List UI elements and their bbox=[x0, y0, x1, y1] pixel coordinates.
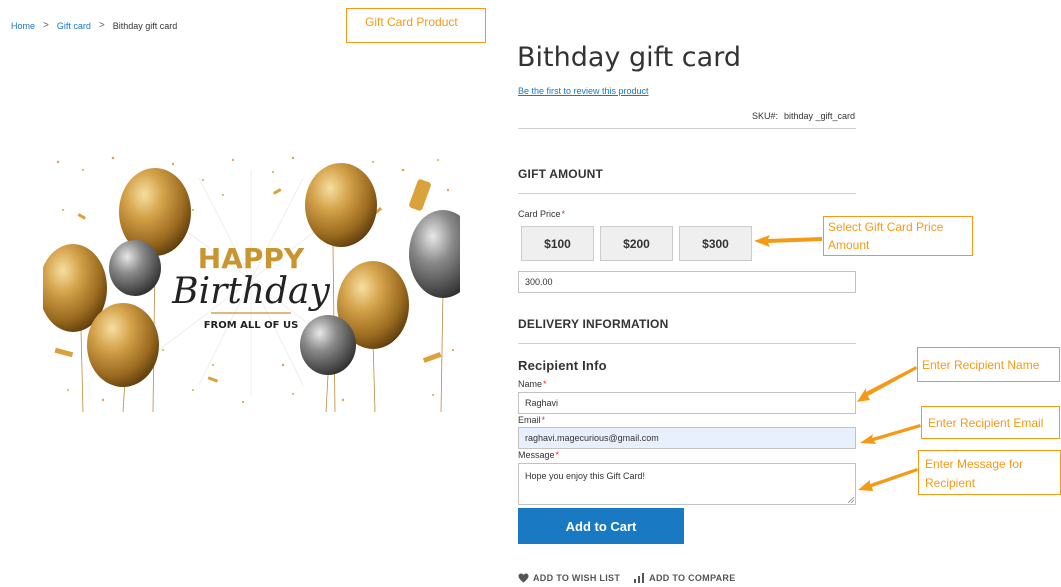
arrow-email-icon bbox=[860, 424, 921, 444]
required-mark: * bbox=[561, 209, 566, 219]
callout-message-line1: Enter Message for bbox=[925, 457, 1024, 471]
breadcrumb-separator: > bbox=[43, 20, 49, 31]
product-extra-actions: ADD TO WISH LIST ADD TO COMPARE bbox=[518, 573, 736, 583]
email-label-text: Email bbox=[518, 415, 541, 425]
required-mark: * bbox=[555, 450, 560, 460]
email-label: Email* bbox=[518, 415, 545, 425]
name-label: Name* bbox=[518, 379, 547, 389]
breadcrumb-home-link[interactable]: Home bbox=[11, 21, 35, 31]
callout-price-line2: Amount bbox=[828, 238, 870, 252]
divider bbox=[518, 128, 856, 129]
card-birthday-text: Birthday bbox=[171, 271, 330, 312]
recipient-message-textarea[interactable]: Hope you enjoy this Gift Card! bbox=[518, 463, 856, 505]
required-mark: * bbox=[543, 379, 547, 389]
callout-gift-card-product: Gift Card Product bbox=[346, 8, 486, 43]
delivery-info-heading: DELIVERY INFORMATION bbox=[518, 317, 669, 331]
sku-value: bithday _gift_card bbox=[783, 111, 855, 121]
breadcrumb: Home > Gift card > Bithday gift card bbox=[11, 20, 177, 31]
callout-price-line1: Select Gift Card Price bbox=[828, 220, 944, 234]
add-to-cart-button[interactable]: Add to Cart bbox=[518, 508, 684, 544]
resize-grip-icon[interactable] bbox=[847, 496, 854, 503]
gift-amount-input[interactable]: 300.00 bbox=[518, 271, 856, 293]
breadcrumb-category-link[interactable]: Gift card bbox=[57, 21, 91, 31]
card-price-label: Card Price* bbox=[518, 209, 565, 219]
breadcrumb-separator: > bbox=[98, 20, 105, 31]
recipient-email-input[interactable]: raghavi.magecurious@gmail.com bbox=[518, 427, 856, 449]
card-from-text: FROM ALL OF US bbox=[204, 320, 299, 331]
add-to-compare-label: ADD TO COMPARE bbox=[649, 573, 736, 583]
callout-recipient-message: Enter Message for Recipient bbox=[918, 450, 1061, 495]
price-option-200[interactable]: $200 bbox=[600, 226, 673, 261]
arrow-message-icon bbox=[858, 468, 918, 491]
recipient-name-input[interactable]: Raghavi bbox=[518, 392, 856, 414]
callout-recipient-email: Enter Recipient Email bbox=[921, 406, 1060, 439]
arrow-price-icon bbox=[754, 235, 822, 247]
divider bbox=[518, 343, 856, 344]
page-title: Bithday gift card bbox=[517, 42, 741, 73]
gift-amount-heading: GIFT AMOUNT bbox=[518, 167, 604, 181]
add-to-compare-link[interactable]: ADD TO COMPARE bbox=[634, 573, 735, 583]
required-mark: * bbox=[541, 415, 546, 425]
name-label-text: Name bbox=[518, 379, 543, 389]
add-to-wishlist-link[interactable]: ADD TO WISH LIST bbox=[518, 573, 620, 583]
add-to-wishlist-label: ADD TO WISH LIST bbox=[533, 573, 621, 583]
callout-recipient-name: Enter Recipient Name bbox=[917, 347, 1060, 382]
breadcrumb-current: Bithday gift card bbox=[112, 20, 178, 31]
recipient-info-heading: Recipient Info bbox=[518, 358, 607, 373]
divider bbox=[518, 193, 856, 194]
message-label: Message* bbox=[518, 450, 559, 460]
arrow-name-icon bbox=[857, 366, 917, 402]
heart-icon bbox=[518, 573, 529, 583]
callout-message-line2: Recipient bbox=[925, 476, 976, 490]
compare-bars-icon bbox=[634, 573, 645, 583]
sku-info: SKU#: bithday _gift_card bbox=[752, 111, 855, 121]
price-option-100[interactable]: $100 bbox=[521, 226, 594, 261]
review-link[interactable]: Be the first to review this product bbox=[518, 86, 649, 96]
message-text: Hope you enjoy this Gift Card! bbox=[525, 471, 646, 481]
callout-select-price: Select Gift Card Price Amount bbox=[823, 216, 973, 256]
birthday-card-illustration: HAPPY Birthday FROM ALL OF US bbox=[43, 150, 460, 412]
card-price-label-text: Card Price bbox=[518, 209, 561, 219]
sku-label: SKU#: bbox=[751, 111, 778, 121]
price-option-300[interactable]: $300 bbox=[679, 226, 752, 261]
product-image: HAPPY Birthday FROM ALL OF US bbox=[43, 150, 460, 412]
message-label-text: Message bbox=[518, 450, 555, 460]
